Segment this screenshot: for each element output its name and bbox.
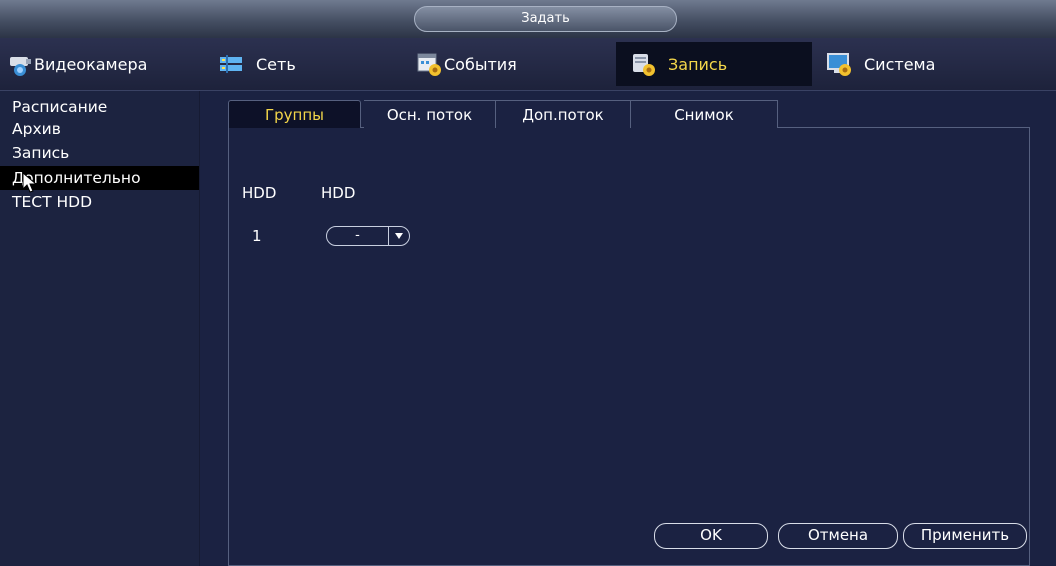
cancel-button[interactable]: Отмена [778, 523, 898, 549]
tab-snapshot[interactable]: Снимок [631, 100, 778, 128]
nav-system-label: Система [864, 54, 936, 74]
top-navigation: Видеокамера Сеть События Запись Система [0, 38, 1056, 91]
app-window: Задать Видеокамера Сеть События Запись С… [0, 0, 1056, 566]
hdd-group-value: - [355, 228, 360, 243]
sidebar-item-record[interactable]: Запись [0, 141, 199, 165]
window-title: Задать [414, 6, 677, 32]
sidebar-item-schedule[interactable]: Расписание [0, 95, 199, 119]
chevron-down-icon [388, 227, 409, 245]
mouse-cursor-icon [22, 171, 38, 198]
sidebar-item-archive[interactable]: Архив [0, 117, 199, 141]
nav-camera[interactable]: Видеокамера [8, 42, 204, 86]
disk-number: 1 [252, 227, 262, 245]
record-icon [630, 51, 656, 77]
system-icon [826, 51, 852, 77]
events-icon [416, 51, 442, 77]
tab-main-stream[interactable]: Осн. поток [364, 100, 496, 128]
network-icon [218, 51, 244, 77]
nav-events-label: События [444, 54, 517, 74]
title-bar: Задать [0, 0, 1056, 39]
tab-groups[interactable]: Группы [228, 100, 361, 128]
nav-record-label: Запись [668, 54, 728, 74]
apply-button[interactable]: Применить [903, 523, 1027, 549]
column-header-hdd: HDD [242, 184, 277, 202]
nav-events[interactable]: События [416, 42, 612, 86]
tab-sub-stream[interactable]: Доп.поток [496, 100, 631, 128]
column-header-hdd-group: HDD [321, 184, 356, 202]
nav-record[interactable]: Запись [616, 42, 812, 86]
hdd-group-select[interactable]: - [326, 226, 410, 246]
camera-icon [8, 51, 34, 77]
nav-system[interactable]: Система [826, 42, 1022, 86]
nav-network-label: Сеть [256, 54, 296, 74]
tab-divider [778, 127, 1030, 128]
nav-camera-label: Видеокамера [34, 54, 148, 74]
nav-network[interactable]: Сеть [218, 42, 414, 86]
ok-button[interactable]: OK [654, 523, 768, 549]
